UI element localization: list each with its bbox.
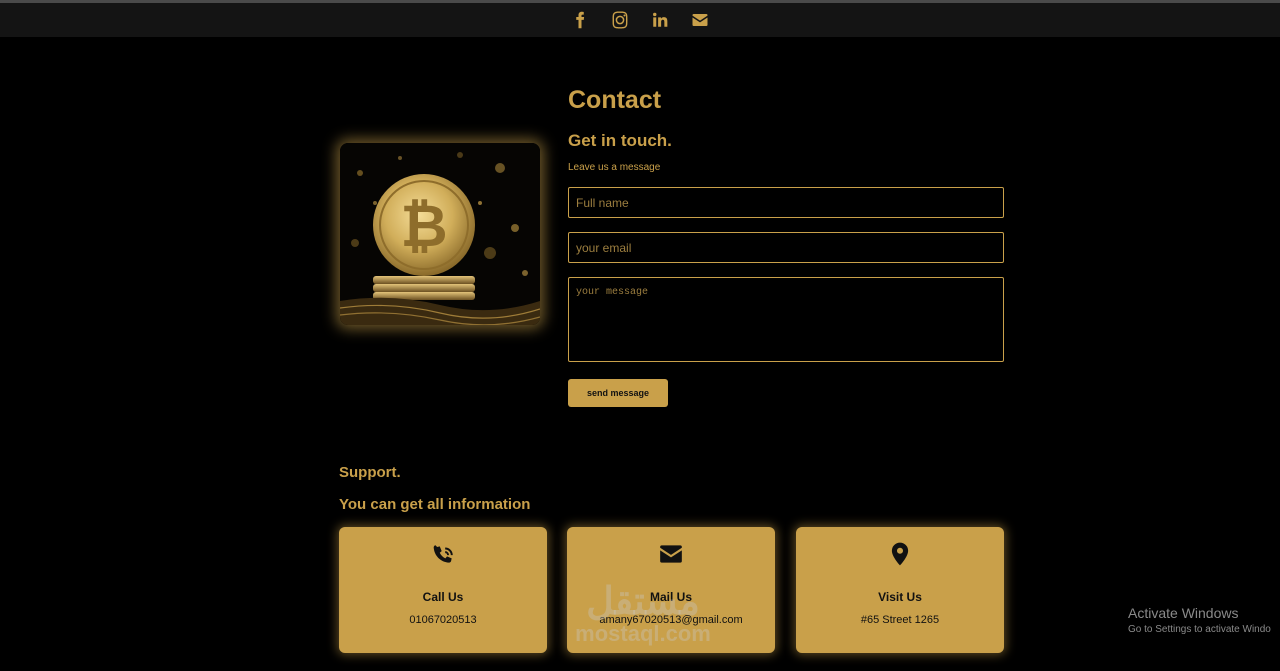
- full-name-field[interactable]: [568, 187, 1004, 218]
- bitcoin-coin-illustration: ₿: [340, 143, 540, 325]
- envelope-icon: [692, 14, 708, 26]
- linkedin-link[interactable]: [649, 9, 671, 31]
- support-subheading: You can get all information: [339, 496, 531, 513]
- facebook-icon: [576, 11, 585, 29]
- instagram-link[interactable]: [609, 9, 631, 31]
- contact-lead: Leave us a message: [568, 162, 661, 173]
- svg-text:₿: ₿: [400, 192, 447, 260]
- phone-icon: [339, 541, 547, 569]
- linkedin-icon: [653, 12, 668, 27]
- social-bar: [0, 3, 1280, 37]
- instagram-icon: [612, 11, 628, 29]
- mail-us-card: Mail Us amany67020513@gmail.com: [567, 527, 775, 653]
- bitcoin-image: ₿: [340, 143, 540, 325]
- support-heading: Support.: [339, 464, 401, 481]
- activate-windows-hint: Go to Settings to activate Windo: [1128, 624, 1271, 635]
- activate-windows-title: Activate Windows: [1128, 605, 1239, 621]
- email-address: amany67020513@gmail.com: [599, 614, 743, 626]
- message-field[interactable]: [568, 277, 1004, 362]
- activate-windows-notice: Activate Windows Go to Settings to activ…: [1128, 605, 1271, 635]
- call-us-card: Call Us 01067020513: [339, 527, 547, 653]
- phone-number: 01067020513: [409, 614, 477, 626]
- envelope-icon: [567, 541, 775, 569]
- street-address: #65 Street 1265: [860, 614, 940, 626]
- call-us-title: Call Us: [422, 590, 464, 604]
- visit-us-card: Visit Us #65 Street 1265: [796, 527, 1004, 653]
- send-message-button[interactable]: send message: [568, 379, 668, 407]
- email-link[interactable]: [689, 9, 711, 31]
- visit-us-title: Visit Us: [878, 590, 922, 604]
- email-field[interactable]: [568, 232, 1004, 263]
- facebook-link[interactable]: [569, 9, 591, 31]
- map-pin-icon: [796, 541, 1004, 569]
- mail-us-title: Mail Us: [649, 590, 692, 604]
- contact-subtitle: Get in touch.: [568, 131, 672, 150]
- page-title: Contact: [568, 86, 662, 114]
